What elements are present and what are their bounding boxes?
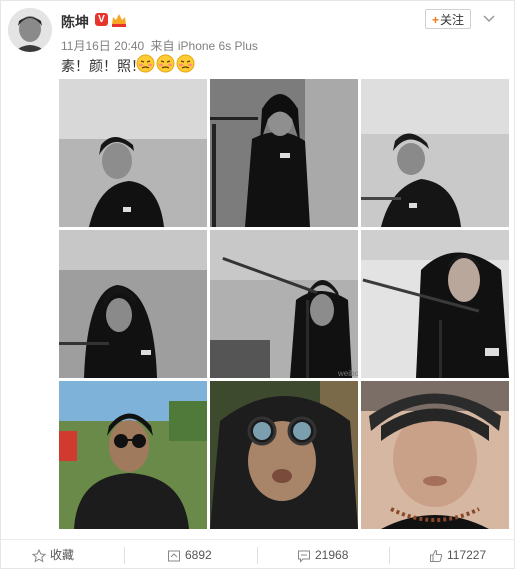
comment-icon [298, 550, 310, 563]
author-name[interactable]: 陈坤 [61, 12, 89, 32]
photo-thumbnail[interactable] [361, 79, 509, 227]
embarrassed-face-icon [176, 54, 195, 73]
post-source: 来自 iPhone 6s Plus [150, 39, 258, 53]
verified-badge-icon: V [95, 13, 108, 26]
favorite-label: 收藏 [50, 548, 75, 562]
chevron-down-icon[interactable] [481, 11, 497, 27]
follow-button[interactable]: +关注 [425, 9, 471, 29]
photo-thumbnail[interactable] [361, 381, 509, 529]
divider [257, 547, 258, 564]
repost-count: 6892 [185, 548, 212, 562]
star-icon [31, 548, 47, 563]
photo-thumbnail[interactable] [59, 230, 207, 378]
comment-button[interactable]: 21968 [297, 540, 348, 570]
plus-icon: + [431, 13, 439, 27]
author-avatar[interactable] [8, 8, 52, 52]
repost-button[interactable]: 6892 [167, 540, 212, 570]
photo-thumbnail[interactable] [59, 79, 207, 227]
favorite-button[interactable]: 收藏 [31, 540, 75, 570]
comment-count: 21968 [315, 548, 349, 562]
like-button[interactable]: 117227 [429, 540, 486, 570]
photo-thumbnail[interactable]: weibo [210, 230, 358, 378]
divider [389, 547, 390, 564]
thumbs-up-icon [430, 549, 443, 562]
divider [124, 547, 125, 564]
photo-grid: weibo [59, 79, 510, 529]
embarrassed-face-icon [156, 54, 175, 73]
embarrassed-face-icon [136, 54, 155, 73]
member-crown-icon [112, 14, 126, 27]
watermark-text: weibo [337, 369, 358, 378]
photo-thumbnail[interactable] [210, 381, 358, 529]
photo-thumbnail[interactable] [361, 230, 509, 378]
photo-thumbnail[interactable] [210, 79, 358, 227]
weibo-post-card: 陈坤 V 11月16日 20:40 来自 iPhone 6s Plus +关注 … [0, 0, 515, 569]
like-count: 117227 [447, 548, 487, 562]
photo-thumbnail[interactable] [59, 381, 207, 529]
post-timestamp[interactable]: 11月16日 20:40 [61, 39, 144, 53]
post-text: 素！颜！照！ [61, 58, 145, 74]
action-bar: 收藏 6892 21968 117227 [1, 539, 515, 570]
post-meta: 11月16日 20:40 来自 iPhone 6s Plus [61, 37, 261, 54]
repost-icon [168, 550, 180, 562]
follow-label: 关注 [440, 13, 465, 27]
